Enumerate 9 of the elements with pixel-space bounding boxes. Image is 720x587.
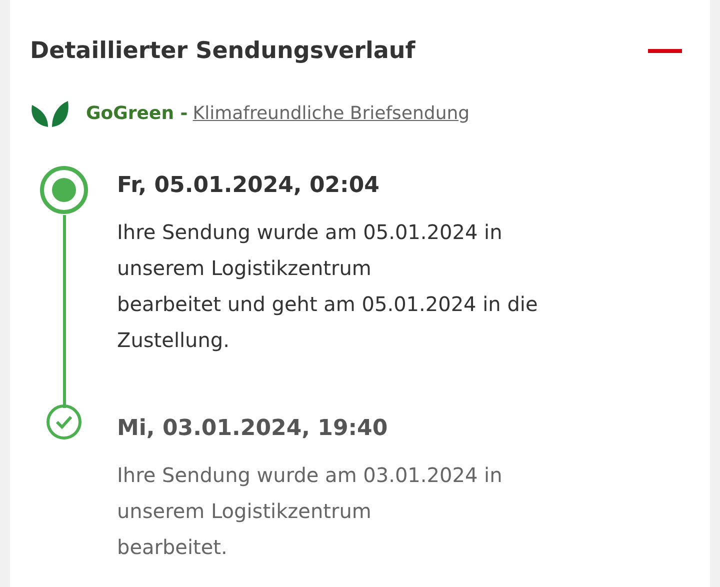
event-description: Ihre Sendung wurde am 03.01.2024 in unserem Logistikzentrum bearbeitet.	[117, 462, 502, 560]
event-time: Mi, 03.01.2024, 19:40	[117, 414, 389, 442]
event-time: Fr, 05.01.2024, 02:04	[117, 172, 380, 200]
leaf-icon	[30, 98, 70, 128]
gogreen-link[interactable]: Klimafreundliche Briefsendung	[192, 100, 470, 127]
section-title: Detaillierter Sendungsverlauf	[30, 37, 416, 66]
collapse-icon[interactable]	[648, 49, 682, 54]
gogreen-label: GoGreen -	[86, 102, 188, 126]
event-description: Ihre Sendung wurde am 05.01.2024 in unserem Logistikzentrum bearbeitet und geht am 05.01.2024 in die Zustellung.	[117, 218, 538, 354]
